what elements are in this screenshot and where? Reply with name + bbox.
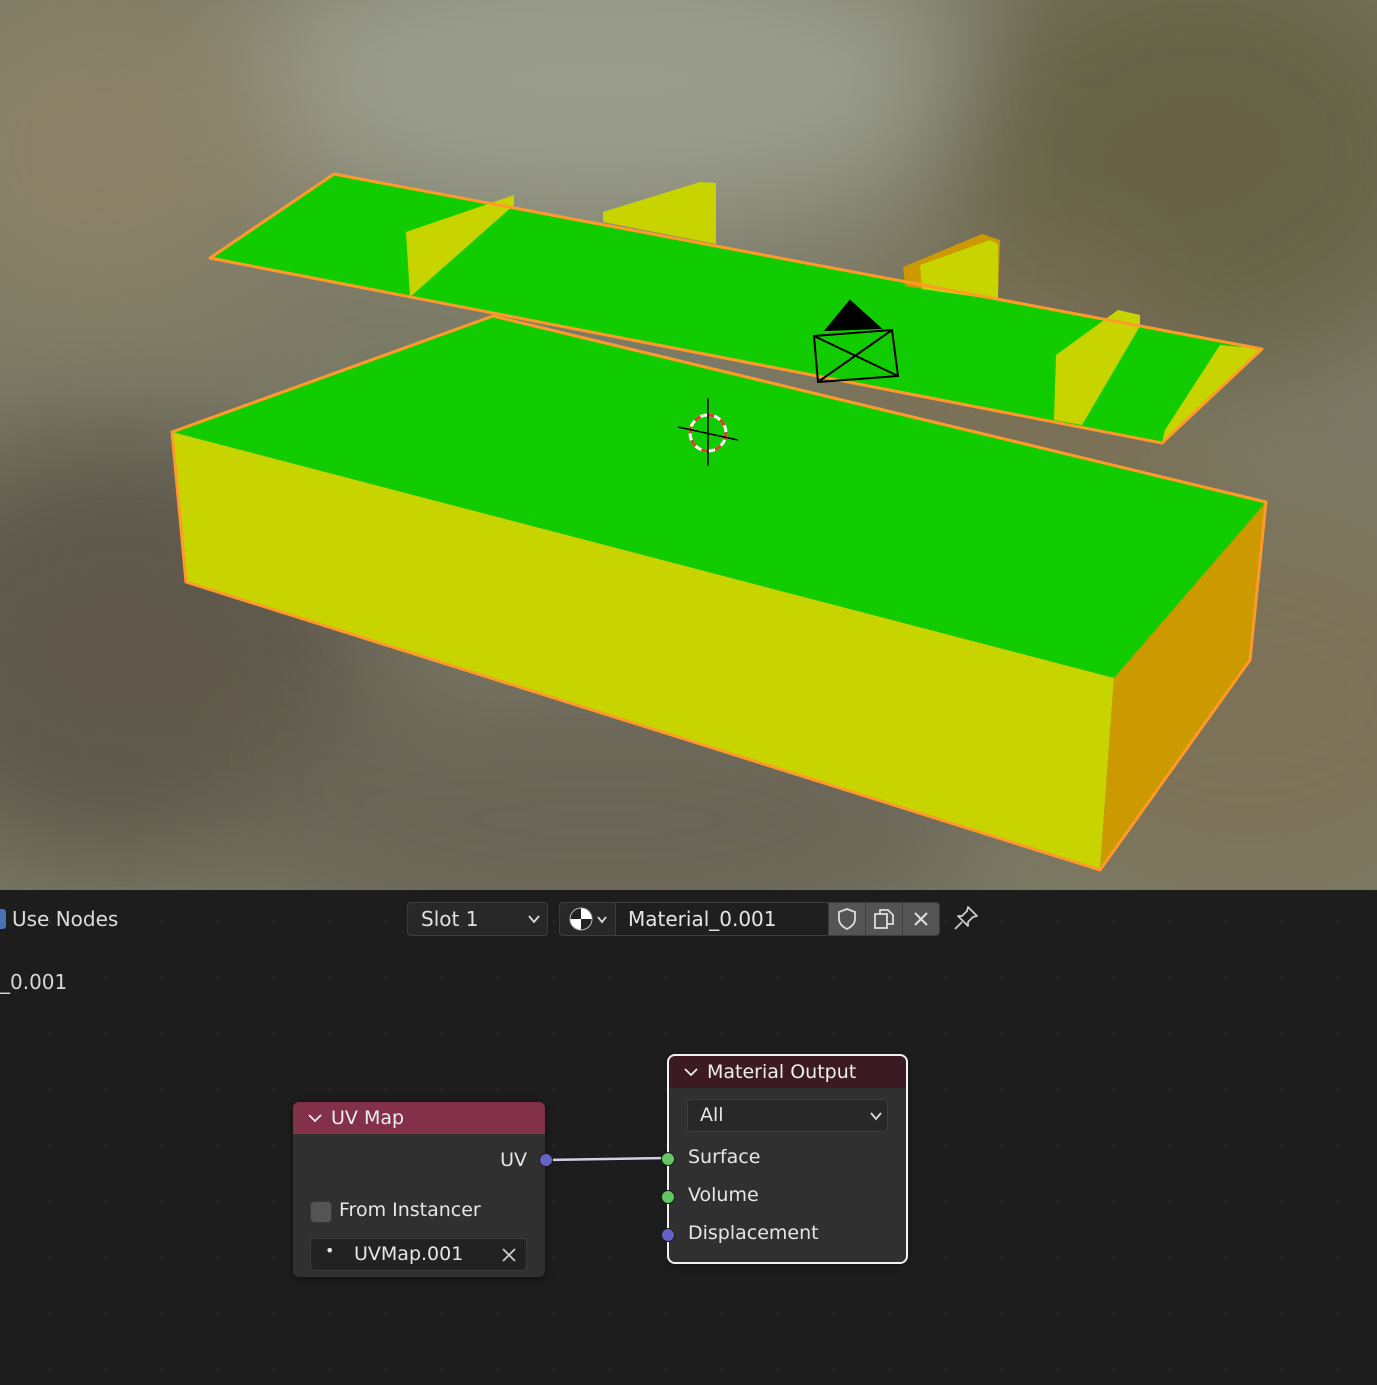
output-target-value: All — [700, 1104, 724, 1126]
uv-output-label: UV — [500, 1149, 527, 1171]
material-output-node[interactable]: Material Output All Surface Volume Displ… — [661, 1054, 908, 1264]
3d-viewport[interactable] — [0, 0, 1377, 890]
volume-input-socket[interactable] — [661, 1190, 675, 1204]
uv-map-selector[interactable]: • UVMap.001 — [310, 1238, 527, 1271]
shader-node-editor[interactable]: Use Nodes Slot 1 Material_0.001 _0.001 U… — [0, 890, 1377, 1385]
uv-map-node[interactable]: UV Map UV From Instancer • UVMap.001 — [293, 1102, 553, 1277]
displacement-input-socket[interactable] — [661, 1228, 675, 1242]
volume-input-label: Volume — [688, 1184, 759, 1206]
from-instancer-checkbox[interactable] — [310, 1201, 332, 1223]
material-output-node-title: Material Output — [707, 1061, 857, 1083]
collapse-chevron-icon[interactable] — [683, 1066, 699, 1078]
from-instancer-label: From Instancer — [339, 1199, 481, 1221]
collapse-chevron-icon[interactable] — [307, 1112, 323, 1124]
uv-map-node-header[interactable]: UV Map — [293, 1102, 545, 1134]
surface-input-socket[interactable] — [661, 1152, 675, 1166]
output-target-dropdown[interactable]: All — [687, 1099, 888, 1132]
material-output-node-header[interactable]: Material Output — [669, 1056, 906, 1088]
close-icon — [502, 1248, 516, 1262]
clear-uv-map-button[interactable] — [501, 1246, 517, 1268]
uv-map-dot-icon: • — [325, 1241, 335, 1260]
viewport-scene[interactable] — [0, 0, 1377, 890]
uv-output-socket[interactable] — [539, 1153, 553, 1167]
displacement-input-label: Displacement — [688, 1222, 819, 1244]
uv-map-node-title: UV Map — [331, 1107, 405, 1129]
uv-map-value: UVMap.001 — [354, 1243, 464, 1265]
surface-input-label: Surface — [688, 1146, 761, 1168]
chevron-down-icon — [869, 1100, 883, 1137]
